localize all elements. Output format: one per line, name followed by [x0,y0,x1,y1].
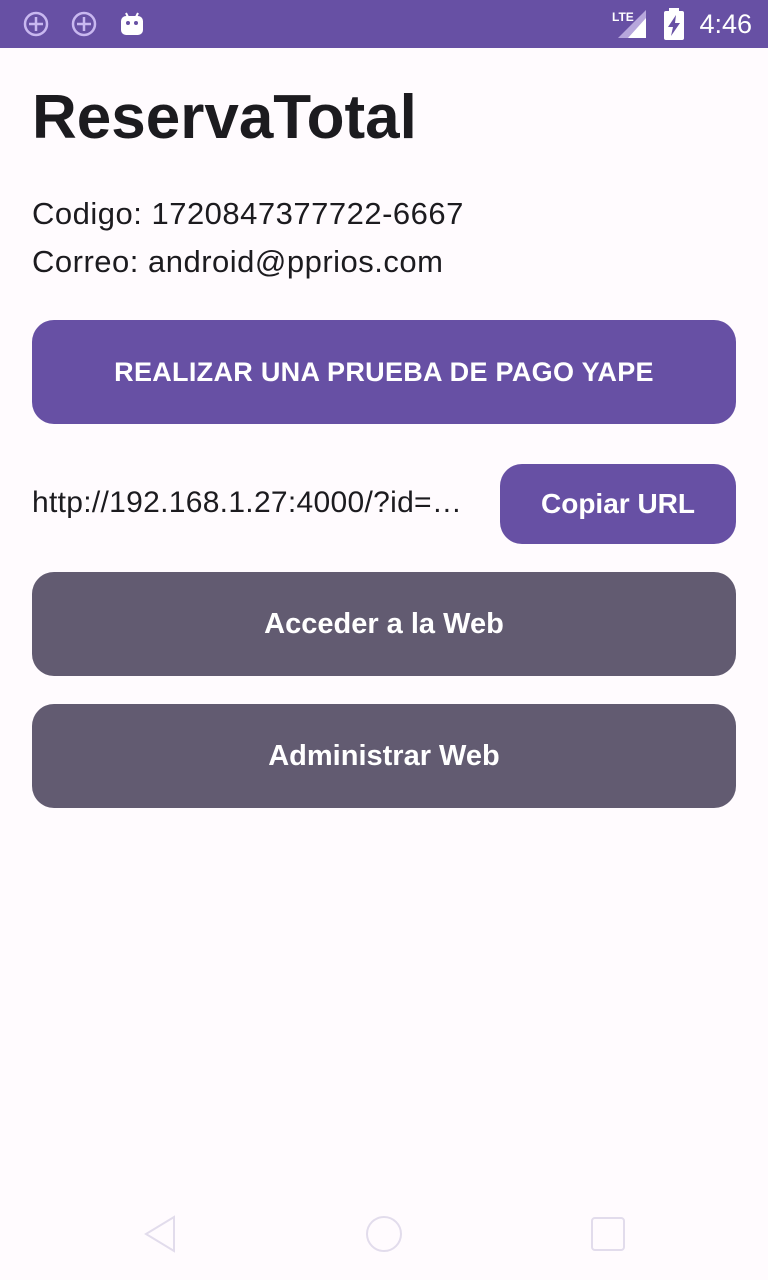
admin-web-button[interactable]: Administrar Web [32,704,736,808]
home-icon[interactable] [364,1214,404,1254]
circle-plus-icon [23,11,49,37]
yape-payment-button[interactable]: REALIZAR UNA PRUEBA DE PAGO YAPE [32,320,736,424]
url-text: http://192.168.1.27:4000/?id=17208473777… [32,486,472,519]
circle-plus-icon [71,11,97,37]
recents-icon[interactable] [588,1214,628,1254]
code-line: Codigo: 1720847377722-6667 [32,196,464,231]
access-web-button[interactable]: Acceder a la Web [32,572,736,676]
android-icon [121,12,143,35]
lte-signal-icon: LTE [612,10,646,38]
email-line: Correo: android@pprios.com [32,244,444,279]
network-label: LTE [612,10,634,24]
status-bar: LTE 4:46 [0,0,768,48]
battery-charging-icon [664,8,684,40]
status-clock: 4:46 [699,9,752,39]
copy-url-button[interactable]: Copiar URL [500,464,736,544]
back-icon[interactable] [140,1214,180,1254]
navigation-bar [0,1186,768,1280]
app-title: ReservaTotal [32,83,417,152]
